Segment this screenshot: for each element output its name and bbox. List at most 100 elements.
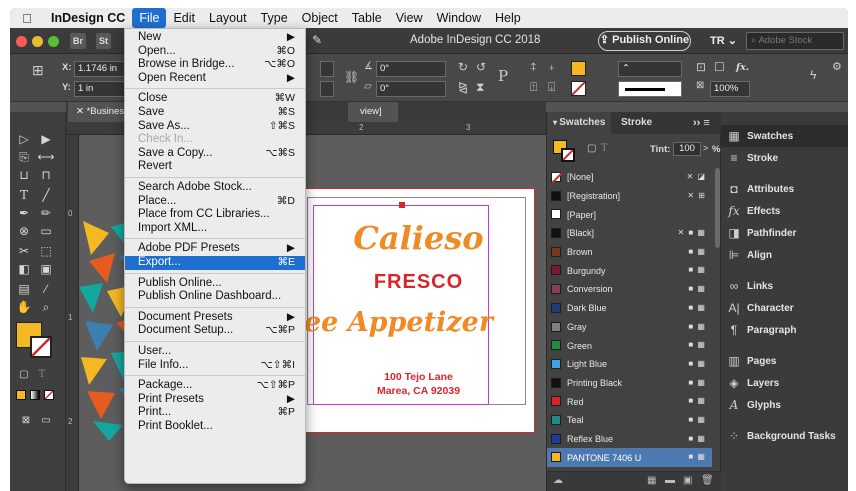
swatch-row[interactable]: Conversion ■ ▦ (547, 280, 712, 299)
hand-tool-icon[interactable]: ✋ (14, 298, 34, 316)
menu-table[interactable]: Table (345, 8, 389, 28)
tab-swatches[interactable]: ▾ Swatches (547, 112, 612, 134)
gap-tool-icon[interactable]: ⟷ (36, 148, 56, 166)
file-menu-item-place[interactable]: Place... ⌘D (125, 195, 305, 209)
select-content-icon[interactable]: ⍖ (548, 60, 555, 75)
file-menu-item-save[interactable]: Save ⌘S (125, 106, 305, 120)
close-window-button[interactable] (16, 36, 27, 47)
dock-pathfinder[interactable]: ◨ Pathfinder (721, 222, 848, 244)
select-next-icon[interactable]: ⍗ (548, 80, 555, 95)
menu-app-name[interactable]: InDesign CC (44, 8, 132, 28)
selection-tool-icon[interactable]: ▷ (14, 130, 34, 148)
menu-type[interactable]: Type (254, 8, 295, 28)
swatch-row[interactable]: Brown ■ ▦ (547, 243, 712, 262)
file-menu-item-export[interactable]: Export... ⌘E (125, 256, 305, 270)
height-field[interactable] (320, 81, 334, 97)
swatch-row[interactable]: Red ■ ▦ (547, 392, 712, 411)
dock-paragraph[interactable]: ¶ Paragraph (721, 319, 848, 341)
formatting-container-icon[interactable]: ▢ (14, 366, 34, 384)
dock-swatches[interactable]: ▦ Swatches (721, 125, 848, 147)
rotate-ccw-icon[interactable]: ↺ (476, 60, 486, 74)
flip-horizontal-icon[interactable]: ⧎ (458, 80, 468, 94)
formatting-text-icon[interactable]: T (32, 366, 52, 384)
reference-point-icon[interactable]: ⊞ (32, 62, 44, 79)
stock-search-input[interactable]: ⌕ Adobe Stock (746, 32, 844, 50)
dock-attributes[interactable]: ◘ Attributes (721, 178, 848, 200)
shear-field[interactable]: 0° (376, 81, 446, 97)
file-menu-item-revert[interactable]: Revert (125, 160, 305, 174)
swatch-row[interactable]: [Paper] (547, 205, 712, 224)
new-swatch-icon[interactable]: ▣ (683, 475, 692, 486)
gear-icon[interactable]: ⚙ (832, 60, 842, 73)
minimize-window-button[interactable] (32, 36, 43, 47)
close-tab-icon[interactable]: ✕ (76, 106, 87, 117)
opacity-field[interactable]: 100% (710, 81, 750, 97)
stroke-type-select[interactable] (618, 81, 682, 97)
menu-help[interactable]: Help (488, 8, 528, 28)
menu-view[interactable]: View (389, 8, 430, 28)
dock-align[interactable]: ⊫ Align (721, 244, 848, 266)
file-menu-item-print-presets[interactable]: Print Presets ▶ (125, 393, 305, 407)
file-menu-item-print-booklet[interactable]: Print Booklet... (125, 420, 305, 434)
stock-button[interactable]: St (96, 33, 111, 49)
apple-icon[interactable]:  (10, 11, 44, 26)
normal-mode-icon[interactable]: ⊠ (16, 412, 36, 430)
frame-fitting-icon[interactable]: ⊡ (696, 60, 706, 74)
swatch-row[interactable]: Reflex Blue ■ ▦ (547, 430, 712, 449)
file-menu-item-place-from-cc-libraries[interactable]: Place from CC Libraries... (125, 208, 305, 222)
direct-selection-tool-icon[interactable]: ▶ (36, 130, 56, 148)
file-menu-item-open[interactable]: Open... ⌘O (125, 45, 305, 59)
frame-handle[interactable] (399, 202, 405, 208)
rotate-field[interactable]: 0° (376, 61, 446, 77)
dock-effects[interactable]: fx Effects (721, 200, 848, 222)
scissors-tool-icon[interactable]: ✂ (14, 242, 34, 260)
dock-stroke[interactable]: ≡ Stroke (721, 147, 848, 169)
file-menu-item-save-as[interactable]: Save As... ⇧⌘S (125, 120, 305, 134)
menu-object[interactable]: Object (295, 8, 345, 28)
swatch-stroke-indicator[interactable] (561, 148, 575, 162)
apply-gradient-icon[interactable] (30, 390, 40, 400)
zoom-tool-icon[interactable]: ⌕ (36, 298, 56, 316)
swatch-row[interactable]: [None] ✕ ◪ (547, 168, 712, 187)
menu-edit[interactable]: Edit (166, 8, 202, 28)
tint-field[interactable]: 100 (673, 142, 701, 156)
menu-window[interactable]: Window (430, 8, 488, 28)
pencil-tool-icon[interactable]: ✏ (36, 204, 56, 222)
menu-file[interactable]: File (132, 8, 167, 28)
width-field[interactable] (320, 61, 334, 77)
file-menu-item-close[interactable]: Close ⌘W (125, 92, 305, 106)
type-tool-icon[interactable]: T (14, 186, 34, 204)
swatch-row[interactable]: Dark Blue ■ ▦ (547, 299, 712, 318)
swatch-row[interactable]: PANTONE 7406 U ■ ▦ (547, 448, 712, 467)
free-transform-tool-icon[interactable]: ⬚ (36, 242, 56, 260)
brush-icon[interactable]: ✎ (312, 33, 322, 47)
pen-tool-icon[interactable]: ✒ (14, 204, 34, 222)
fill-swatch[interactable] (571, 61, 586, 76)
file-menu-item-document-presets[interactable]: Document Presets ▶ (125, 311, 305, 325)
rotate-cw-icon[interactable]: ↻ (458, 60, 468, 74)
select-previous-icon[interactable]: ⍐ (530, 80, 537, 95)
rectangle-tool-icon[interactable]: ▭ (36, 222, 56, 240)
file-menu-item-file-info[interactable]: File Info... ⌥⇧⌘I (125, 359, 305, 373)
swatch-row[interactable]: Burgundy ■ ▦ (547, 261, 712, 280)
swatch-row[interactable]: Printing Black ■ ▦ (547, 374, 712, 393)
select-container-icon[interactable]: ⍏ (530, 60, 537, 75)
note-tool-icon[interactable]: ▤ (14, 280, 34, 298)
effects-fx-label[interactable]: fx. (736, 62, 749, 73)
file-menu-item-save-a-copy[interactable]: Save a Copy... ⌥⌘S (125, 147, 305, 161)
bridge-button[interactable]: Br (70, 33, 87, 49)
content-collector-icon[interactable]: ⊔ (14, 166, 34, 184)
file-menu-item-package[interactable]: Package... ⌥⇧⌘P (125, 379, 305, 393)
apply-none-icon[interactable] (44, 390, 54, 400)
file-menu-item-publish-online-dashboard[interactable]: Publish Online Dashboard... (125, 290, 305, 304)
ellipse-frame-tool-icon[interactable]: ⊗ (14, 222, 34, 240)
y-field[interactable]: 1 in (74, 81, 126, 97)
dock-background-tasks[interactable]: ⁘ Background Tasks (721, 425, 848, 447)
swatch-row[interactable]: Teal ■ ▦ (547, 411, 712, 430)
workspace-switcher[interactable]: TR ⌄ (710, 34, 737, 47)
swatch-row[interactable]: Light Blue ■ ▦ (547, 355, 712, 374)
formatting-text-icon[interactable]: T (601, 143, 608, 154)
content-fit-icon[interactable]: ☐ (714, 60, 725, 74)
file-menu-item-search-adobe-stock[interactable]: Search Adobe Stock... (125, 181, 305, 195)
swatch-row[interactable]: [Black] ✕ ■ ▦ (547, 224, 712, 243)
